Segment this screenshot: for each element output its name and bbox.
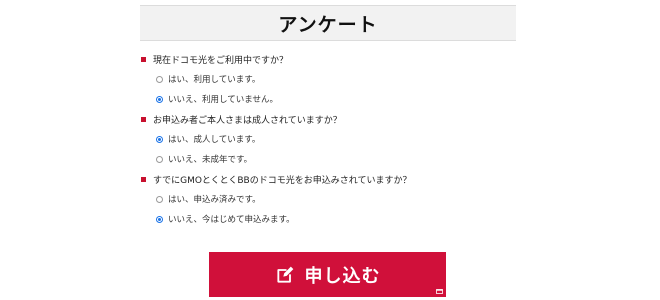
- square-bullet-icon: [141, 116, 146, 122]
- radio-option-q1-no[interactable]: いいえ、利用していません。: [140, 92, 516, 106]
- radio-option-q3-no[interactable]: いいえ、今はじめて申込みます。: [140, 212, 516, 226]
- radio-option-q2-yes[interactable]: はい、成人しています。: [140, 132, 516, 146]
- survey-card: アンケート 現在ドコモ光をご利用中ですか？ はい、利用しています。 いいえ、利用…: [140, 0, 516, 300]
- square-bullet-icon: [141, 176, 146, 182]
- option-label: いいえ、利用していません。: [168, 95, 278, 105]
- question-label: お申込み者ご本人さまは成人されていますか？: [153, 115, 342, 126]
- radio-button[interactable]: [156, 135, 163, 143]
- radio-button[interactable]: [156, 195, 163, 203]
- option-label: はい、利用しています。: [168, 75, 261, 85]
- edit-icon: [276, 266, 293, 283]
- question-label: すでにGMOとくとくBBのドコモ光をお申込みされていますか？: [153, 175, 412, 186]
- question-2: お申込み者ご本人さまは成人されていますか？ はい、成人しています。 いいえ、未成…: [140, 112, 516, 166]
- survey-header: アンケート: [140, 5, 516, 41]
- option-label: いいえ、今はじめて申込みます。: [168, 215, 295, 225]
- radio-button[interactable]: [156, 215, 163, 223]
- submit-label: 申し込む: [304, 265, 381, 287]
- option-label: いいえ、未成年です。: [168, 155, 253, 165]
- submit-button[interactable]: 申し込む: [209, 252, 446, 297]
- question-1: 現在ドコモ光をご利用中ですか？ はい、利用しています。 いいえ、利用していません…: [140, 52, 516, 106]
- external-window-icon: [436, 289, 443, 294]
- radio-option-q2-no[interactable]: いいえ、未成年です。: [140, 152, 516, 166]
- option-label: はい、申込み済みです。: [168, 195, 261, 205]
- question-title: お申込み者ご本人さまは成人されていますか？: [140, 112, 516, 126]
- radio-option-q1-yes[interactable]: はい、利用しています。: [140, 72, 516, 86]
- radio-button[interactable]: [156, 155, 163, 163]
- question-title: 現在ドコモ光をご利用中ですか？: [140, 52, 516, 66]
- question-label: 現在ドコモ光をご利用中ですか？: [153, 55, 289, 66]
- question-title: すでにGMOとくとくBBのドコモ光をお申込みされていますか？: [140, 172, 516, 186]
- option-label: はい、成人しています。: [168, 135, 261, 145]
- radio-option-q3-yes[interactable]: はい、申込み済みです。: [140, 192, 516, 206]
- square-bullet-icon: [141, 56, 146, 62]
- radio-button[interactable]: [156, 95, 163, 103]
- question-3: すでにGMOとくとくBBのドコモ光をお申込みされていますか？ はい、申込み済みで…: [140, 172, 516, 226]
- radio-button[interactable]: [156, 75, 163, 83]
- page-title: アンケート: [278, 13, 378, 36]
